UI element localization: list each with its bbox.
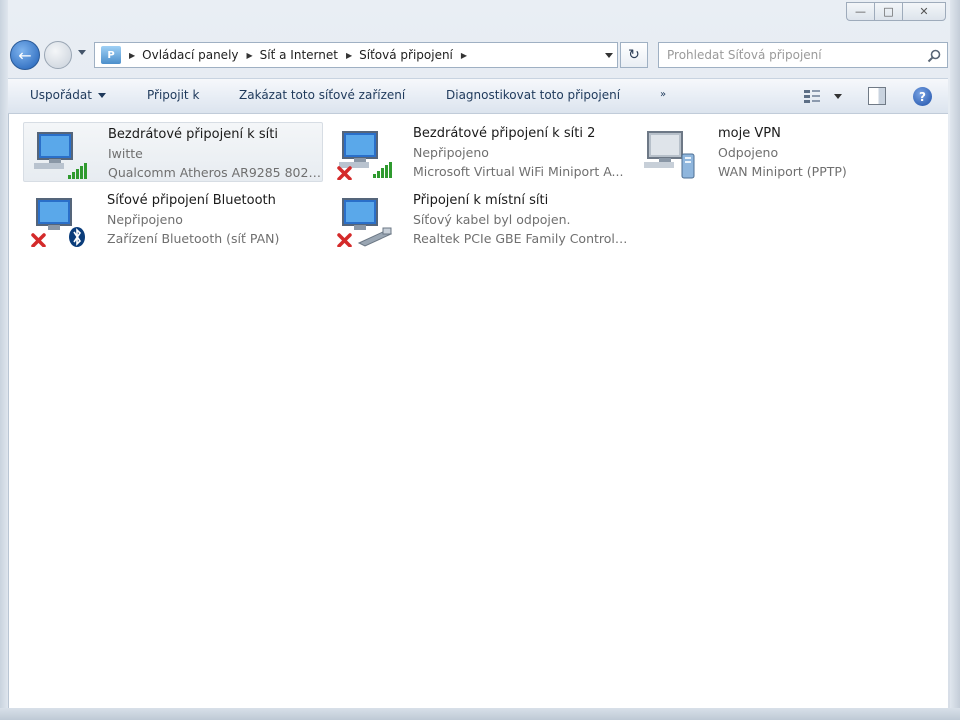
signal-bars-icon [373, 162, 392, 178]
breadcrumb-separator-icon[interactable]: ▶ [247, 51, 253, 60]
error-x-icon [31, 233, 46, 247]
back-button[interactable]: ← [10, 40, 40, 70]
vpn-monitor-icon [644, 131, 695, 179]
organize-label: Uspořádat [30, 88, 92, 102]
breadcrumb-separator-icon[interactable]: ▶ [129, 51, 135, 60]
breadcrumb-network-internet[interactable]: Síť a Internet [260, 48, 338, 62]
breadcrumb-network-connections[interactable]: Síťová připojení [359, 48, 453, 62]
address-bar[interactable]: P ▶ Ovládací panely ▶ Síť a Internet ▶ S… [94, 42, 618, 68]
organize-button[interactable]: Uspořádat [30, 88, 106, 102]
preview-pane-button[interactable] [868, 87, 886, 105]
connection-item[interactable]: Připojení k místní síti Síťový kabel byl… [329, 189, 629, 249]
window-frame-left [0, 0, 8, 720]
error-x-icon [337, 166, 352, 180]
forward-button[interactable] [44, 41, 72, 69]
address-dropdown-icon[interactable] [605, 53, 613, 58]
connection-text: Bezdrátové připojení k síti 2 Nepřipojen… [413, 124, 628, 181]
chevron-down-icon [97, 93, 106, 98]
search-input[interactable] [665, 47, 919, 63]
view-options-dropdown[interactable] [834, 94, 842, 99]
connection-status: Nepřipojeno [107, 212, 183, 227]
connection-status: Iwitte [108, 146, 143, 161]
maximize-button[interactable]: □ [874, 2, 902, 21]
help-icon[interactable]: ? [913, 87, 932, 106]
breadcrumb-separator-icon[interactable]: ▶ [461, 51, 467, 60]
connection-item[interactable]: moje VPN Odpojeno WAN Miniport (PPTP) [634, 122, 934, 182]
vpn-server-icon [681, 153, 695, 179]
connection-status: Odpojeno [718, 145, 779, 160]
breadcrumb-separator-icon[interactable]: ▶ [346, 51, 352, 60]
connection-device: Qualcomm Atheros AR9285 802.1... [108, 165, 323, 180]
minimize-button[interactable]: — [846, 2, 874, 21]
connection-name: Bezdrátové připojení k síti 2 [413, 126, 596, 141]
command-bar: Uspořádat Připojit k Zakázat toto síťové… [8, 78, 948, 114]
connection-device: Microsoft Virtual WiFi Miniport A... [413, 164, 624, 179]
connection-device: WAN Miniport (PPTP) [718, 164, 847, 179]
connection-item[interactable]: Bezdrátové připojení k síti 2 Nepřipojen… [329, 122, 629, 182]
bluetooth-monitor-icon [31, 198, 85, 247]
error-x-icon [337, 233, 352, 247]
navigation-bar: ← P ▶ Ovládací panely ▶ Síť a Internet ▶… [8, 38, 948, 72]
close-button[interactable]: ✕ [902, 2, 946, 21]
connection-device: Realtek PCIe GBE Family Controller [413, 231, 628, 246]
connection-name: Bezdrátové připojení k síti [108, 127, 278, 142]
lan-monitor-icon [337, 198, 393, 247]
explorer-window: — □ ✕ ← P ▶ Ovládací panely ▶ Síť a Inte… [0, 0, 960, 720]
connection-device: Zařízení Bluetooth (síť PAN) [107, 231, 280, 246]
refresh-icon: ↻ [628, 47, 640, 63]
connection-text: Připojení k místní síti Síťový kabel byl… [413, 191, 628, 248]
connection-status: Nepřipojeno [413, 145, 489, 160]
back-arrow-icon: ← [18, 45, 32, 65]
connection-text: Bezdrátové připojení k síti Iwitte Qualc… [108, 125, 323, 182]
disable-device-button[interactable]: Zakázat toto síťové zařízení [239, 88, 405, 102]
connection-name: Připojení k místní síti [413, 193, 549, 208]
bluetooth-icon [69, 227, 85, 247]
window-frame-bottom [0, 708, 960, 720]
search-box[interactable] [658, 42, 948, 68]
connection-text: moje VPN Odpojeno WAN Miniport (PPTP) [718, 124, 933, 181]
connection-name: moje VPN [718, 126, 781, 141]
diagnose-connection-button[interactable]: Diagnostikovat toto připojení [446, 88, 620, 102]
more-commands-button[interactable]: » [660, 89, 666, 100]
network-cable-icon [357, 227, 393, 247]
search-icon[interactable] [927, 49, 941, 63]
refresh-button[interactable]: ↻ [620, 42, 648, 68]
connection-status: Síťový kabel byl odpojen. [413, 212, 571, 227]
connection-name: Síťové připojení Bluetooth [107, 193, 276, 208]
connections-list: Bezdrátové připojení k síti Iwitte Qualc… [8, 114, 948, 708]
control-panel-icon: P [101, 46, 121, 64]
breadcrumb-control-panel[interactable]: Ovládací panely [142, 48, 238, 62]
window-frame-right [950, 0, 960, 720]
connection-item[interactable]: Bezdrátové připojení k síti Iwitte Qualc… [23, 122, 323, 182]
change-view-icon[interactable] [803, 88, 821, 104]
signal-bars-icon [68, 163, 87, 179]
connection-text: Síťové připojení Bluetooth Nepřipojeno Z… [107, 191, 322, 248]
connection-item[interactable]: Síťové připojení Bluetooth Nepřipojeno Z… [23, 189, 323, 249]
recent-pages-dropdown[interactable] [78, 50, 86, 55]
connect-to-button[interactable]: Připojit k [147, 88, 199, 102]
caption-buttons: — □ ✕ [846, 2, 946, 22]
wifi-monitor-icon [337, 131, 392, 180]
wifi-monitor-icon [34, 132, 87, 179]
